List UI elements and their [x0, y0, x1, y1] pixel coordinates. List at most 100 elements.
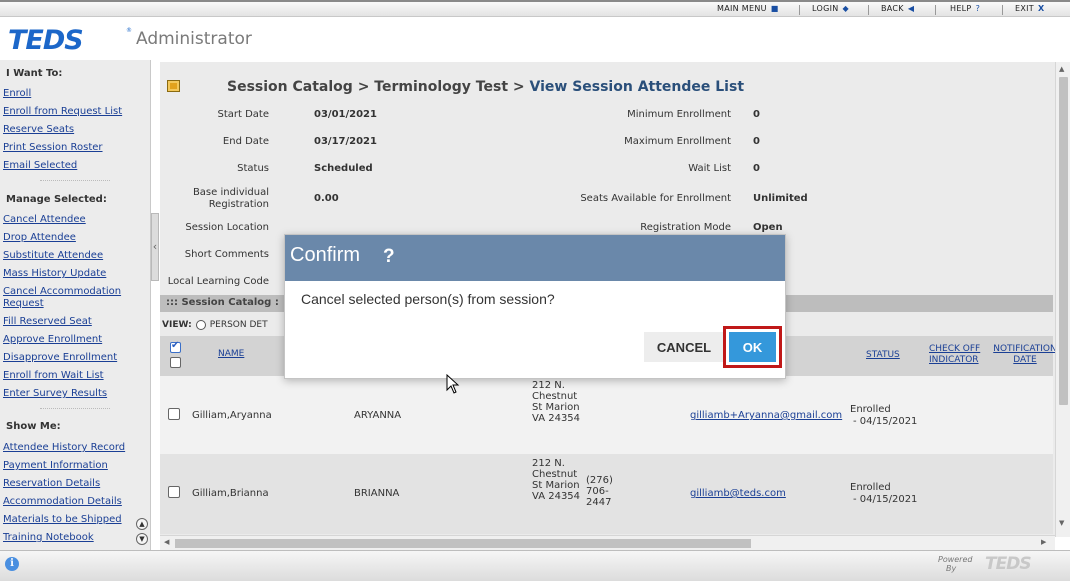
top-navigation: MAIN MENU ■ LOGIN ◆ BACK ◀ HELP ? EXIT X: [0, 0, 1070, 17]
sidebar-link-email-selected[interactable]: Email Selected: [3, 160, 77, 171]
sidebar-link-substitute-attendee[interactable]: Substitute Attendee: [3, 250, 103, 261]
registration-mode-label: Registration Mode: [640, 222, 731, 233]
confirm-dialog-message: Cancel selected person(s) from session?: [301, 291, 555, 307]
attendee-first-name: ARYANNA: [354, 410, 402, 421]
view-label: VIEW:: [162, 320, 192, 330]
sidebar-link-training-notebook[interactable]: Training Notebook: [3, 532, 94, 543]
breadcrumb-session-catalog: Session Catalog: [227, 79, 353, 95]
close-icon: X: [1037, 4, 1045, 13]
row-checkbox[interactable]: [168, 408, 180, 420]
vertical-scrollbar[interactable]: ▲ ▼: [1055, 62, 1070, 537]
sidebar-link-accommodation-details[interactable]: Accommodation Details: [3, 496, 122, 507]
sidebar-link-disapprove-enrollment[interactable]: Disapprove Enrollment: [3, 352, 117, 363]
max-enrollment-value: 0: [753, 136, 760, 147]
nav-divider: [1002, 5, 1003, 15]
view-radio-person-details[interactable]: [195, 320, 206, 330]
scroll-down-icon[interactable]: ▼: [1059, 519, 1064, 527]
attendee-first-name: BRIANNA: [354, 488, 400, 499]
scroll-right-icon[interactable]: ▶: [1041, 538, 1046, 546]
column-header-check-off[interactable]: CHECK OFF INDICATOR: [929, 344, 989, 366]
sidebar-divider: [40, 408, 110, 409]
scroll-up-icon[interactable]: ▲: [1059, 65, 1064, 73]
column-header-notification-date[interactable]: NOTIFICATION DATE: [992, 344, 1055, 366]
base-registration-value: 0.00: [314, 193, 339, 204]
sidebar-link-enroll-from-wait-list[interactable]: Enroll from Wait List: [3, 370, 104, 381]
by-label: By: [946, 564, 957, 573]
back-link[interactable]: BACK ◀: [881, 4, 914, 13]
powered-by-text: Powered By: [938, 555, 972, 573]
exit-label: EXIT: [1015, 4, 1034, 13]
sidebar-link-enter-survey-results[interactable]: Enter Survey Results: [3, 388, 107, 399]
sidebar-heading-i-want-to: I Want To:: [6, 68, 63, 79]
sidebar-link-fill-reserved-seat[interactable]: Fill Reserved Seat: [3, 316, 92, 327]
attendee-status-date: - 04/15/2021: [853, 494, 918, 505]
main-menu-link[interactable]: MAIN MENU ■: [717, 4, 779, 13]
back-label: BACK: [881, 4, 904, 13]
sidebar-link-drop-attendee[interactable]: Drop Attendee: [3, 232, 76, 243]
catalog-icon: [167, 80, 180, 92]
attendee-email-link[interactable]: gilliamb+Aryanna@gmail.com: [690, 410, 842, 421]
sidebar-link-reserve-seats[interactable]: Reserve Seats: [3, 124, 74, 135]
base-registration-label: Base individual Registration: [192, 187, 269, 210]
breadcrumb-separator: >: [357, 79, 370, 95]
exit-link[interactable]: EXIT X: [1015, 4, 1044, 13]
app-subtitle: Administrator: [136, 29, 252, 49]
help-link[interactable]: HELP ?: [950, 4, 980, 13]
session-location-label: Session Location: [185, 222, 269, 233]
column-header-name[interactable]: NAME: [218, 349, 244, 360]
horizontal-scroll-thumb[interactable]: [175, 539, 751, 548]
sidebar-link-print-roster[interactable]: Print Session Roster: [3, 142, 103, 153]
sidebar-link-cancel-attendee[interactable]: Cancel Attendee: [3, 214, 86, 225]
attendee-phone: (276) 706- 2447: [586, 475, 613, 508]
info-icon[interactable]: i: [5, 557, 19, 571]
sidebar-link-cancel-accommodation-request[interactable]: Request: [3, 298, 44, 309]
sidebar-divider: [40, 180, 110, 181]
status-label: Status: [237, 163, 269, 174]
select-all-checkbox[interactable]: [170, 340, 181, 353]
confirm-dialog-title: Confirm: [290, 244, 361, 266]
nav-divider: [935, 5, 936, 15]
sidebar-link-enroll-from-request[interactable]: Enroll from Request List: [3, 106, 122, 117]
sidebar-link-payment-information[interactable]: Payment Information: [3, 460, 108, 471]
ok-button[interactable]: OK: [729, 332, 776, 362]
sidebar-link-approve-enrollment[interactable]: Approve Enrollment: [3, 334, 102, 345]
scroll-left-icon[interactable]: ◀: [164, 538, 169, 546]
teds-footer-logo: TEDS: [985, 554, 1032, 574]
help-icon: ?: [975, 4, 981, 13]
sidebar-link-mass-history-update[interactable]: Mass History Update: [3, 268, 106, 279]
start-date-value: 03/01/2021: [314, 109, 377, 120]
attendee-address: 212 N. Chestnut St Marion VA 24354: [532, 380, 581, 424]
min-enrollment-label: Minimum Enrollment: [627, 109, 731, 120]
horizontal-scrollbar[interactable]: ◀ ▶: [160, 535, 1055, 550]
sidebar-collapse-toggle[interactable]: ‹: [151, 213, 159, 281]
confirm-dialog-header: Confirm ?: [285, 235, 785, 281]
column-header-status[interactable]: STATUS: [866, 350, 900, 361]
attendee-email-link[interactable]: gilliamb@teds.com: [690, 488, 786, 499]
end-date-label: End Date: [222, 136, 269, 147]
sidebar-link-reservation-details[interactable]: Reservation Details: [3, 478, 100, 489]
vertical-scroll-thumb[interactable]: [1059, 77, 1068, 405]
login-link[interactable]: LOGIN ◆: [812, 4, 849, 13]
sidebar-link-materials-shipped[interactable]: Materials to be Shipped: [3, 514, 122, 525]
max-enrollment-label: Maximum Enrollment: [624, 136, 731, 147]
sidebar-scroll-up-icon[interactable]: ▲: [136, 518, 148, 530]
cancel-button[interactable]: CANCEL: [644, 332, 724, 362]
sidebar-scroll-down-icon[interactable]: ▼: [136, 533, 148, 545]
short-comments-label: Short Comments: [184, 249, 269, 260]
breadcrumb-terminology-test: Terminology Test: [374, 79, 509, 95]
diamond-icon: ◆: [842, 4, 849, 13]
table-row: Gilliam,Aryanna ARYANNA 212 N. Chestnut …: [160, 376, 1053, 454]
table-row: Gilliam,Brianna BRIANNA 212 N. Chestnut …: [160, 454, 1053, 534]
main-menu-label: MAIN MENU: [717, 4, 767, 13]
sidebar-link-cancel-accommodation[interactable]: Cancel Accommodation: [3, 286, 121, 297]
confirm-dialog: Confirm ? Cancel selected person(s) from…: [284, 234, 786, 379]
deselect-all-checkbox[interactable]: [170, 357, 181, 368]
sidebar-link-enroll[interactable]: Enroll: [3, 88, 31, 99]
square-icon: ■: [770, 4, 779, 13]
seats-available-value: Unlimited: [753, 193, 808, 204]
local-learning-code-label: Local Learning Code: [167, 276, 269, 287]
row-checkbox[interactable]: [168, 486, 180, 498]
powered-label: Powered: [938, 555, 973, 564]
sidebar-link-attendee-history[interactable]: Attendee History Record: [3, 442, 125, 453]
attendee-name: Gilliam,Aryanna: [192, 410, 272, 421]
